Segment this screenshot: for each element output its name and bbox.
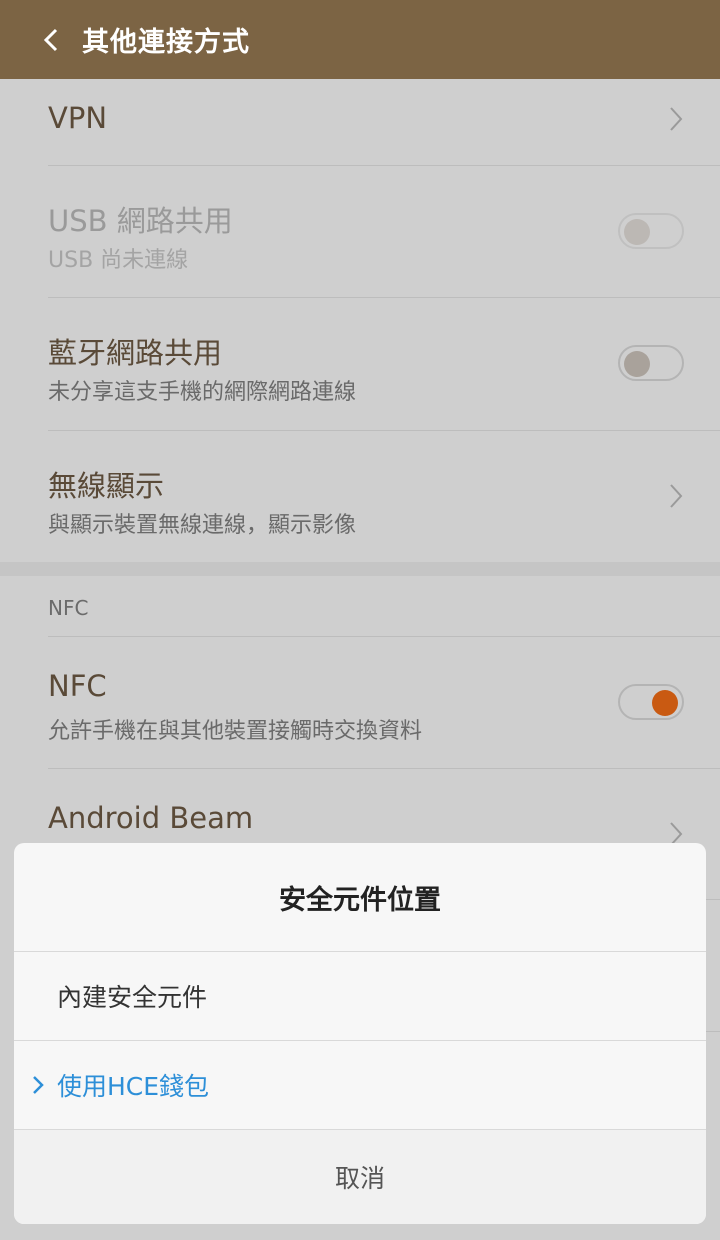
settings-item-usb-tethering[interactable]: USB 網路共用 USB 尚未連線	[0, 166, 720, 297]
chevron-right-icon	[670, 484, 683, 508]
option-built-in-secure-element[interactable]: 內建安全元件	[14, 952, 706, 1040]
option-hce-wallet[interactable]: 使用HCE錢包	[14, 1041, 706, 1129]
bluetooth-tethering-subtitle: 未分享這支手機的網際網路連線	[48, 380, 357, 405]
usb-tethering-label: USB 網路共用	[48, 204, 233, 238]
vpn-label: VPN	[48, 101, 108, 135]
chevron-right-icon	[670, 107, 683, 131]
settings-item-bluetooth-tethering[interactable]: 藍牙網路共用 未分享這支手機的網際網路連線	[0, 298, 720, 430]
toggle-knob	[624, 351, 650, 377]
secure-element-dialog: 安全元件位置 內建安全元件 使用HCE錢包 取消	[14, 843, 706, 1224]
page-title: 其他連接方式	[82, 27, 250, 58]
toggle-knob	[652, 690, 678, 716]
section-header-nfc: NFC	[48, 596, 89, 620]
android-beam-label: Android Beam	[48, 801, 254, 835]
bluetooth-tethering-toggle[interactable]	[618, 345, 684, 381]
usb-tethering-subtitle: USB 尚未連線	[48, 248, 189, 273]
option-label: 內建安全元件	[57, 983, 208, 1012]
section-gap	[0, 562, 720, 576]
back-arrow-icon	[43, 28, 58, 51]
dialog-title: 安全元件位置	[279, 884, 441, 916]
app-bar: 其他連接方式	[0, 0, 720, 79]
bluetooth-tethering-label: 藍牙網路共用	[48, 336, 223, 370]
wireless-display-subtitle: 與顯示裝置無線連線，顯示影像	[48, 513, 357, 538]
settings-item-wireless-display[interactable]: 無線顯示 與顯示裝置無線連線，顯示影像	[0, 431, 720, 562]
nfc-subtitle: 允許手機在與其他裝置接觸時交換資料	[48, 719, 423, 744]
settings-item-vpn[interactable]: VPN	[0, 79, 720, 165]
selected-chevron-icon	[33, 1076, 44, 1094]
settings-item-nfc[interactable]: NFC 允許手機在與其他裝置接觸時交換資料	[0, 637, 720, 768]
option-label: 使用HCE錢包	[57, 1072, 210, 1101]
back-button[interactable]	[38, 26, 66, 54]
cancel-button[interactable]: 取消	[14, 1130, 706, 1224]
usb-tethering-toggle[interactable]	[618, 213, 684, 249]
nfc-toggle[interactable]	[618, 684, 684, 720]
wireless-display-label: 無線顯示	[48, 469, 165, 503]
nfc-label: NFC	[48, 669, 107, 703]
toggle-knob	[624, 219, 650, 245]
